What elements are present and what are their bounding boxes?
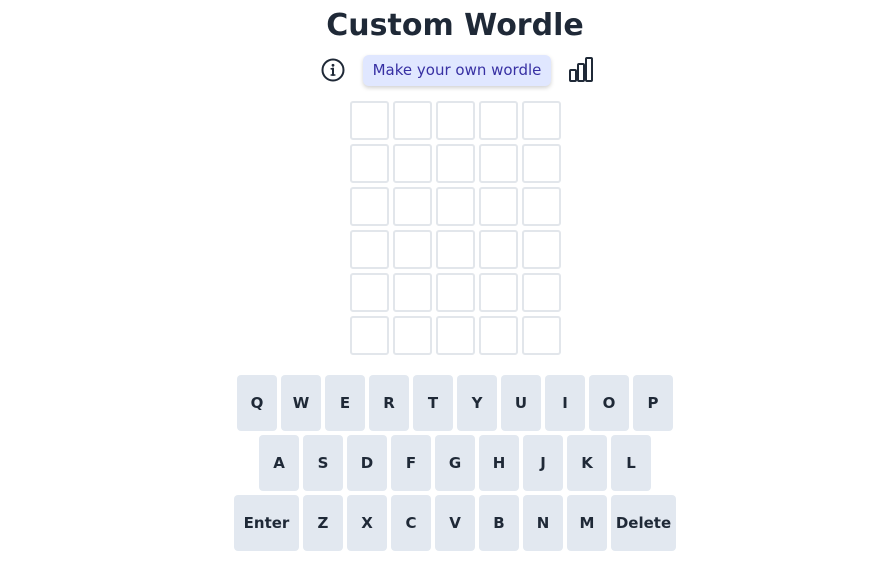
key-enter[interactable]: Enter bbox=[234, 495, 299, 551]
letter-tile bbox=[479, 316, 518, 355]
letter-tile bbox=[350, 273, 389, 312]
key-r[interactable]: R bbox=[369, 375, 409, 431]
letter-tile bbox=[436, 187, 475, 226]
letter-tile bbox=[479, 187, 518, 226]
keyboard-row-1: QWERTYUIOP bbox=[0, 375, 883, 431]
letter-tile bbox=[436, 101, 475, 140]
letter-tile bbox=[393, 316, 432, 355]
key-delete[interactable]: Delete bbox=[611, 495, 676, 551]
key-f[interactable]: F bbox=[391, 435, 431, 491]
letter-tile bbox=[522, 144, 561, 183]
key-d[interactable]: D bbox=[347, 435, 387, 491]
key-t[interactable]: T bbox=[413, 375, 453, 431]
key-l[interactable]: L bbox=[611, 435, 651, 491]
key-g[interactable]: G bbox=[435, 435, 475, 491]
letter-tile bbox=[522, 230, 561, 269]
key-h[interactable]: H bbox=[479, 435, 519, 491]
letter-tile bbox=[436, 144, 475, 183]
key-z[interactable]: Z bbox=[303, 495, 343, 551]
key-s[interactable]: S bbox=[303, 435, 343, 491]
letter-tile bbox=[393, 187, 432, 226]
letter-tile bbox=[393, 144, 432, 183]
guess-grid bbox=[350, 101, 561, 355]
keyboard-row-3: Enter Z X C V B N M Delete bbox=[0, 495, 883, 551]
key-v[interactable]: V bbox=[435, 495, 475, 551]
key-q[interactable]: Q bbox=[237, 375, 277, 431]
key-a[interactable]: A bbox=[259, 435, 299, 491]
letter-tile bbox=[393, 273, 432, 312]
letter-tile bbox=[479, 101, 518, 140]
letter-tile bbox=[522, 101, 561, 140]
key-c[interactable]: C bbox=[391, 495, 431, 551]
page-title: Custom Wordle bbox=[326, 8, 584, 43]
letter-tile bbox=[436, 273, 475, 312]
keyboard-row-2: ASDFGHJKL bbox=[0, 435, 883, 491]
key-w[interactable]: W bbox=[281, 375, 321, 431]
key-j[interactable]: J bbox=[523, 435, 563, 491]
letter-tile bbox=[436, 230, 475, 269]
key-m[interactable]: M bbox=[567, 495, 607, 551]
key-y[interactable]: Y bbox=[457, 375, 497, 431]
letter-tile bbox=[393, 230, 432, 269]
key-b[interactable]: B bbox=[479, 495, 519, 551]
letter-tile bbox=[350, 101, 389, 140]
letter-tile bbox=[393, 101, 432, 140]
key-i[interactable]: I bbox=[545, 375, 585, 431]
letter-tile bbox=[350, 144, 389, 183]
key-k[interactable]: K bbox=[567, 435, 607, 491]
letter-tile bbox=[479, 230, 518, 269]
info-icon[interactable] bbox=[320, 57, 346, 83]
key-p[interactable]: P bbox=[633, 375, 673, 431]
key-n[interactable]: N bbox=[523, 495, 563, 551]
letter-tile bbox=[479, 273, 518, 312]
key-u[interactable]: U bbox=[501, 375, 541, 431]
bar-chart-icon[interactable] bbox=[568, 56, 594, 84]
letter-tile bbox=[479, 144, 518, 183]
key-e[interactable]: E bbox=[325, 375, 365, 431]
make-your-own-wordle-button[interactable]: Make your own wordle bbox=[363, 55, 551, 86]
letter-tile bbox=[522, 273, 561, 312]
letter-tile bbox=[522, 187, 561, 226]
toolbar: Make your own wordle bbox=[0, 55, 883, 87]
letter-tile bbox=[350, 187, 389, 226]
letter-tile bbox=[522, 316, 561, 355]
letter-tile bbox=[436, 316, 475, 355]
letter-tile bbox=[350, 230, 389, 269]
letter-tile bbox=[350, 316, 389, 355]
key-o[interactable]: O bbox=[589, 375, 629, 431]
key-x[interactable]: X bbox=[347, 495, 387, 551]
